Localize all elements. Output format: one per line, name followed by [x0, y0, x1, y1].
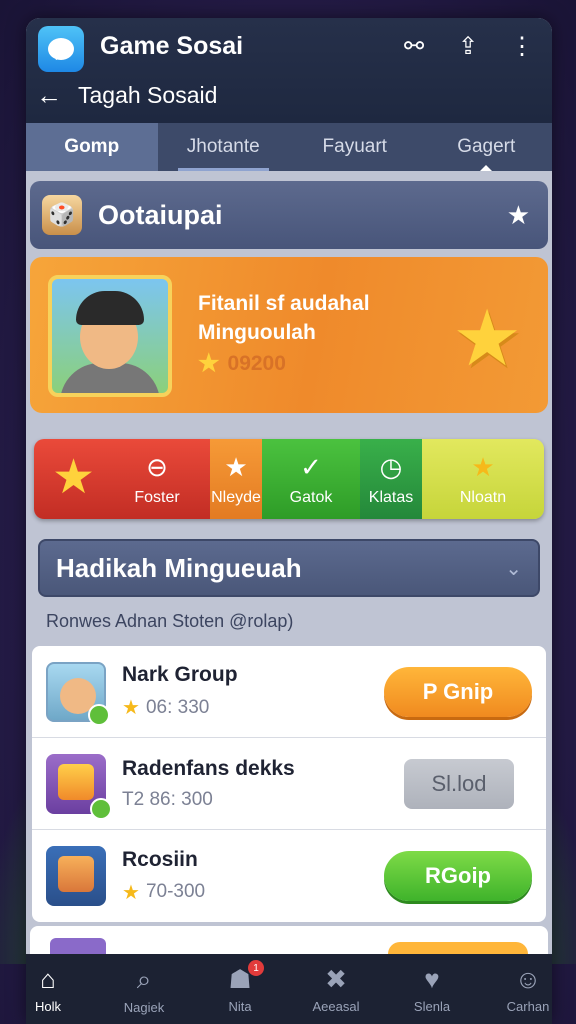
tab-gomp[interactable]: Gomp: [26, 123, 158, 171]
nav-notifications[interactable]: ☗ 1 Nita: [192, 954, 288, 1024]
top-actions: ⚯ ⇪ ⋮: [398, 30, 538, 62]
section-header: 🎲 Ootaiupai ★: [30, 181, 548, 249]
list-item-meta: T2 86: 300: [122, 789, 404, 811]
big-star-icon: ★: [452, 294, 522, 382]
group-avatar-icon: [46, 661, 110, 726]
list-item-text: Nark Group ★ 06: 330: [122, 663, 384, 720]
list-item-name: Rcosiin: [122, 847, 198, 871]
avatar: [48, 275, 172, 397]
featured-title: Fitanil sf audahal Minguoulah: [198, 289, 370, 347]
gift-box-icon: [46, 753, 112, 820]
action-strip: ★ ⊖ Foster ★ Nleyde ✓ Gatok ◷ Klatas ★ N…: [34, 439, 544, 519]
list-item-text: Rcosiin ★ 70-300: [122, 848, 384, 905]
list-item-meta: ★ 06: 330: [122, 695, 384, 720]
star-badge-icon: ★: [52, 451, 96, 504]
star-icon: ★: [122, 881, 140, 904]
featured-score: ★ 09200: [198, 349, 286, 378]
action-nloatn[interactable]: ★ Nloatn: [422, 439, 544, 519]
dropdown-label: Hadikah Mingueuah: [56, 552, 302, 583]
action-klatas[interactable]: ◷ Klatas: [360, 439, 422, 519]
profile-icon: ☺: [514, 964, 542, 994]
list-item[interactable]: Rcosiin ★ 70-300 RGoip: [32, 830, 546, 922]
cube-icon: [46, 846, 106, 906]
foster-icon: ⊖: [146, 451, 168, 482]
app-logo-icon: [38, 26, 84, 72]
list-item-meta: ★ 70-300: [122, 880, 384, 905]
bottom-nav: ⌂ Holk ⌕ Nagiek ☗ 1 Nita ✖ Aeeasal ♥ Sle…: [26, 954, 552, 1024]
action-foster-label: Foster: [134, 488, 180, 506]
nav-favorites-label: Slenla: [413, 999, 451, 1014]
nav-favorites[interactable]: ♥ Slenla: [384, 954, 480, 1024]
nav-profile[interactable]: ☺ Carhan: [480, 954, 552, 1024]
action-nleyde-label: Nleyde: [211, 488, 261, 506]
nav-games[interactable]: ✖ Aeeasal: [288, 954, 384, 1024]
action-gatok-label: Gatok: [289, 488, 333, 506]
tab-jhotante[interactable]: Jhotante: [158, 123, 290, 171]
tab-fayuart[interactable]: Fayuart: [289, 123, 421, 171]
back-arrow-icon[interactable]: ←: [36, 80, 62, 111]
nav-home-label: Holk: [34, 999, 61, 1014]
action-gatok[interactable]: ✓ Gatok: [262, 439, 360, 519]
heart-icon: ♥: [424, 964, 440, 994]
top-bar: Game Sosai ⚯ ⇪ ⋮ ← Tagah Sosaid: [26, 18, 552, 123]
page-subtitle: Tagah Sosaid: [78, 82, 218, 108]
featured-title-line1: Fitanil sf audahal: [198, 292, 370, 315]
group-dropdown[interactable]: Hadikah Mingueuah ⌄: [38, 539, 540, 597]
locked-button[interactable]: Sl.lod: [404, 758, 514, 809]
controller-icon: ✖: [325, 964, 347, 994]
list-caption: Ronwes Adnan Stoten @rolap): [46, 611, 294, 631]
featured-score-value: 09200: [227, 351, 286, 375]
list-item-score: T2 86: 300: [122, 788, 213, 810]
nav-notifications-label: Nita: [228, 999, 252, 1014]
nav-search-label: Nagiek: [123, 999, 165, 1015]
app-window: Game Sosai ⚯ ⇪ ⋮ ← Tagah Sosaid Gomp Jho…: [26, 18, 552, 1024]
group-list: Nark Group ★ 06: 330 P Gnip Radenfans de…: [32, 646, 546, 922]
action-foster[interactable]: ★ ⊖ Foster: [34, 439, 210, 519]
list-item-score: 06: 330: [145, 696, 210, 718]
cube-icon: 🎲: [42, 195, 82, 235]
check-icon: ✓: [300, 451, 322, 482]
star-icon: ★: [122, 697, 140, 719]
featured-title-line2: Minguoulah: [198, 321, 316, 344]
more-icon[interactable]: ⋮: [506, 30, 538, 62]
join-button[interactable]: P Gnip: [384, 666, 532, 717]
list-item-name: Radenfans dekks: [122, 756, 295, 780]
app-title: Game Sosai: [100, 32, 244, 60]
star-icon: ★: [224, 451, 248, 482]
nav-search[interactable]: ⌕ Nagiek: [96, 954, 192, 1024]
back-row: ← Tagah Sosaid: [36, 80, 217, 111]
join-button[interactable]: RGoip: [384, 851, 532, 901]
nav-profile-label: Carhan: [506, 999, 550, 1014]
section-title: Ootaiupai: [98, 199, 223, 230]
nav-games-label: Aeeasal: [312, 999, 360, 1014]
clock-icon: ◷: [379, 451, 403, 482]
search-icon: ⌕: [136, 963, 152, 994]
chevron-down-icon: ⌄: [505, 557, 522, 580]
list-item[interactable]: Radenfans dekks T2 86: 300 Sl.lod: [32, 738, 546, 830]
featured-card[interactable]: Fitanil sf audahal Minguoulah ★ 09200 ★: [30, 257, 548, 413]
tab-bar: Gomp Jhotante Fayuart Gagert: [26, 123, 552, 171]
star-icon: ★: [198, 350, 220, 377]
tab-gagert[interactable]: Gagert: [421, 123, 553, 171]
action-nloatn-label: Nloatn: [459, 488, 507, 506]
notification-badge: 1: [248, 960, 264, 976]
network-icon[interactable]: ⚯: [398, 30, 430, 62]
list-item-name: Nark Group: [122, 663, 238, 686]
list-item-text: Radenfans dekks T2 86: 300: [122, 757, 404, 811]
action-klatas-label: Klatas: [368, 488, 414, 506]
pin-star-icon[interactable]: ★: [507, 200, 530, 231]
list-item[interactable]: Nark Group ★ 06: 330 P Gnip: [32, 646, 546, 738]
nav-home[interactable]: ⌂ Holk: [26, 954, 96, 1024]
list-item-score: 70-300: [145, 881, 206, 902]
action-nleyde[interactable]: ★ Nleyde: [210, 439, 262, 519]
star-icon: ★: [471, 451, 495, 482]
share-icon[interactable]: ⇪: [452, 30, 484, 62]
home-icon: ⌂: [40, 964, 56, 994]
